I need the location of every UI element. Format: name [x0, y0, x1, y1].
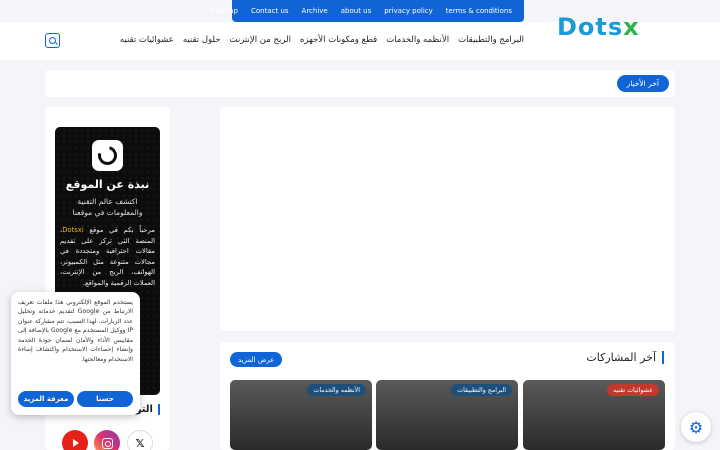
post-card[interactable]: الأنظمه والخدمات [230, 380, 372, 450]
nav-item-apps[interactable]: البرامج والتطبيقات [458, 35, 524, 45]
post-card[interactable]: عشوائيات تقنيه [523, 380, 665, 450]
link-about-us[interactable]: about us [341, 7, 372, 15]
settings-button[interactable]: ⚙ [681, 412, 711, 442]
logo-text-dots: Dots [557, 13, 624, 41]
cookie-consent-popup: يستخدم الموقع الإلكتروني هذا ملفات تعريف… [11, 292, 140, 415]
post-category-badge[interactable]: البرامج والتطبيقات [451, 384, 512, 396]
main-nav: البرامج والتطبيقات الأنظمه والخدمات قطع … [111, 35, 524, 45]
cookie-notice-text: يستخدم الموقع الإلكتروني هذا ملفات تعريف… [18, 299, 133, 363]
cookie-learn-more-button[interactable]: معرفة المزيد [18, 391, 74, 407]
top-links-bar: Sitemap Contact us Archive about us priv… [209, 0, 524, 22]
nav-item-tech-random[interactable]: عشوائيات تقنيه [120, 35, 174, 45]
link-terms[interactable]: terms & conditions [446, 7, 512, 15]
about-subtitle: اكتشف عالم التقنية والمعلومات في موقعنا [72, 197, 143, 217]
latest-news-label: آخر الأخبار [626, 79, 659, 88]
post-category-badge[interactable]: عشوائيات تقنيه [607, 384, 659, 396]
about-brand: Dotsxi [62, 226, 84, 234]
search-button[interactable] [45, 33, 60, 48]
link-privacy-policy[interactable]: privacy policy [384, 7, 433, 15]
logo-text-x: x [623, 13, 639, 41]
show-more-button[interactable]: عرض المزيد [230, 352, 283, 367]
instagram-icon[interactable] [94, 430, 120, 450]
x-logo-icon[interactable]: 𝕏 [127, 430, 153, 450]
about-logo-icon [92, 140, 123, 171]
post-category-badge[interactable]: الأنظمه والخدمات [307, 384, 366, 396]
site-logo[interactable]: Dots x [557, 13, 653, 41]
youtube-icon[interactable] [62, 430, 88, 450]
about-body: مرحباً بكم في موقع Dotsxi، المنصة التي ت… [60, 226, 155, 287]
gear-icon: ⚙ [688, 417, 704, 437]
post-card[interactable]: البرامج والتطبيقات [376, 380, 518, 450]
about-title: نبذة عن الموقع [65, 178, 150, 191]
latest-news-button[interactable]: آخر الأخبار [616, 75, 669, 92]
nav-item-systems[interactable]: الأنظمه والخدمات [386, 35, 449, 45]
main-content-area [220, 107, 675, 331]
news-ticker: آخر الأخبار [45, 70, 675, 97]
search-icon [49, 37, 56, 44]
link-sitemap[interactable]: Sitemap [209, 7, 238, 15]
nav-item-hardware[interactable]: قطع ومكونات الأجهزه [300, 35, 377, 45]
nav-item-tech-solutions[interactable]: حلول تقنيه [183, 35, 221, 45]
latest-posts-title: آخر المشاركات [586, 351, 664, 364]
link-archive[interactable]: Archive [302, 7, 328, 15]
cookie-accept-button[interactable]: حسنا [77, 391, 133, 407]
nav-item-earn-online[interactable]: الربح من الإنترنت [230, 35, 291, 45]
link-contact-us[interactable]: Contact us [251, 7, 289, 15]
